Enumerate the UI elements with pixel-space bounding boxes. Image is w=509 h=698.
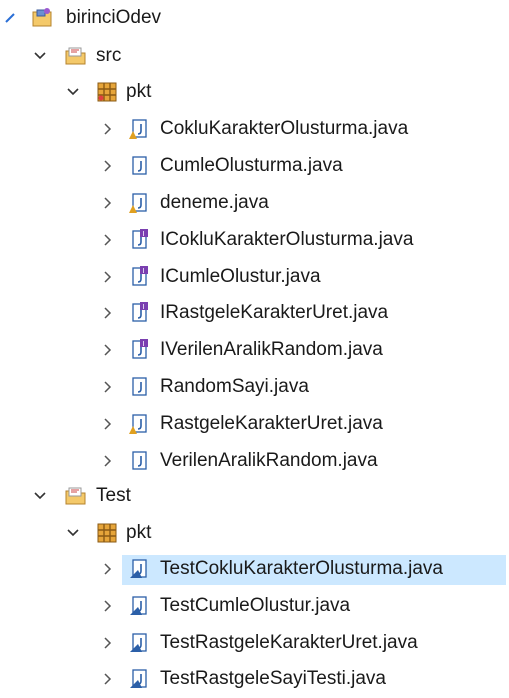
file-label[interactable]: ICumleOlustur.java [160,260,321,294]
file-label[interactable]: VerilenAralikRandom.java [160,444,378,478]
chevron-right-icon[interactable] [101,196,115,210]
java-project-icon [31,6,53,28]
file-label[interactable]: TestCokluKarakterOlusturma.java [160,552,443,586]
file-label[interactable]: ICokluKarakterOlusturma.java [160,223,413,257]
package-label[interactable]: pkt [126,516,151,550]
chevron-right-icon[interactable] [101,122,115,136]
java-test-class-icon [128,632,150,654]
tree-row-test[interactable]: Test [0,479,509,513]
java-test-class-icon [128,595,150,617]
file-label[interactable]: deneme.java [160,186,269,220]
chevron-right-icon[interactable] [101,562,115,576]
chevron-right-icon[interactable] [101,636,115,650]
package-explorer-tree: birinciOdev src pkt CokluKarakterOlustur… [0,0,509,698]
java-interface-icon: I [128,266,150,288]
package-icon [96,522,118,544]
tree-row-file[interactable]: TestRastgeleSayiTesti.java [0,662,509,696]
tree-row-file[interactable]: I ICokluKarakterOlusturma.java [0,223,509,257]
java-test-class-icon [128,558,150,580]
collapse-arrow-icon[interactable] [3,11,17,25]
source-folder-icon [64,44,86,66]
file-label[interactable]: CokluKarakterOlusturma.java [160,112,408,146]
tree-row-file-selected[interactable]: TestCokluKarakterOlusturma.java [0,552,509,586]
file-label[interactable]: TestRastgeleKarakterUret.java [160,626,418,660]
tree-row-file[interactable]: TestCumleOlustur.java [0,589,509,623]
chevron-right-icon[interactable] [101,159,115,173]
tree-row-file[interactable]: I IRastgeleKarakterUret.java [0,296,509,330]
chevron-down-icon[interactable] [66,526,80,540]
tree-row-src[interactable]: src [0,39,509,73]
java-class-icon [128,376,150,398]
java-interface-icon: I [128,339,150,361]
tree-row-file[interactable]: VerilenAralikRandom.java [0,444,509,478]
tree-row-src-pkt[interactable]: pkt [0,75,509,109]
chevron-right-icon[interactable] [101,417,115,431]
file-label[interactable]: IRastgeleKarakterUret.java [160,296,388,330]
java-class-warning-icon [128,413,150,435]
java-test-class-icon [128,668,150,690]
file-label[interactable]: TestRastgeleSayiTesti.java [160,662,386,696]
chevron-right-icon[interactable] [101,306,115,320]
java-class-warning-icon [128,192,150,214]
chevron-down-icon[interactable] [33,49,47,63]
file-label[interactable]: IVerilenAralikRandom.java [160,333,383,367]
file-label[interactable]: RandomSayi.java [160,370,309,404]
chevron-right-icon[interactable] [101,233,115,247]
file-label[interactable]: TestCumleOlustur.java [160,589,350,623]
chevron-right-icon[interactable] [101,343,115,357]
tree-row-file[interactable]: RastgeleKarakterUret.java [0,407,509,441]
tree-row-file[interactable]: CumleOlusturma.java [0,149,509,183]
tree-row-file[interactable]: TestRastgeleKarakterUret.java [0,626,509,660]
svg-text:I: I [143,267,145,275]
source-folder-icon [64,484,86,506]
package-label[interactable]: pkt [126,75,151,109]
chevron-right-icon[interactable] [101,599,115,613]
tree-row-project[interactable]: birinciOdev [0,1,509,35]
src-label[interactable]: src [96,39,121,73]
file-label[interactable]: RastgeleKarakterUret.java [160,407,383,441]
tree-row-file[interactable]: deneme.java [0,186,509,220]
chevron-right-icon[interactable] [101,270,115,284]
java-class-icon [128,155,150,177]
svg-text:I: I [143,303,145,311]
chevron-down-icon[interactable] [66,85,80,99]
tree-row-file[interactable]: RandomSayi.java [0,370,509,404]
tree-row-test-pkt[interactable]: pkt [0,516,509,550]
project-label[interactable]: birinciOdev [66,1,161,35]
test-label[interactable]: Test [96,479,131,513]
svg-text:I: I [143,340,145,348]
tree-row-file[interactable]: I ICumleOlustur.java [0,260,509,294]
svg-text:I: I [143,230,145,238]
chevron-right-icon[interactable] [101,380,115,394]
chevron-down-icon[interactable] [33,489,47,503]
file-label[interactable]: CumleOlusturma.java [160,149,343,183]
chevron-right-icon[interactable] [101,454,115,468]
tree-row-file[interactable]: CokluKarakterOlusturma.java [0,112,509,146]
java-class-icon [128,450,150,472]
java-interface-icon: I [128,302,150,324]
tree-row-file[interactable]: I IVerilenAralikRandom.java [0,333,509,367]
chevron-right-icon[interactable] [101,672,115,686]
package-icon [96,81,118,103]
java-class-warning-icon [128,118,150,140]
java-interface-icon: I [128,229,150,251]
